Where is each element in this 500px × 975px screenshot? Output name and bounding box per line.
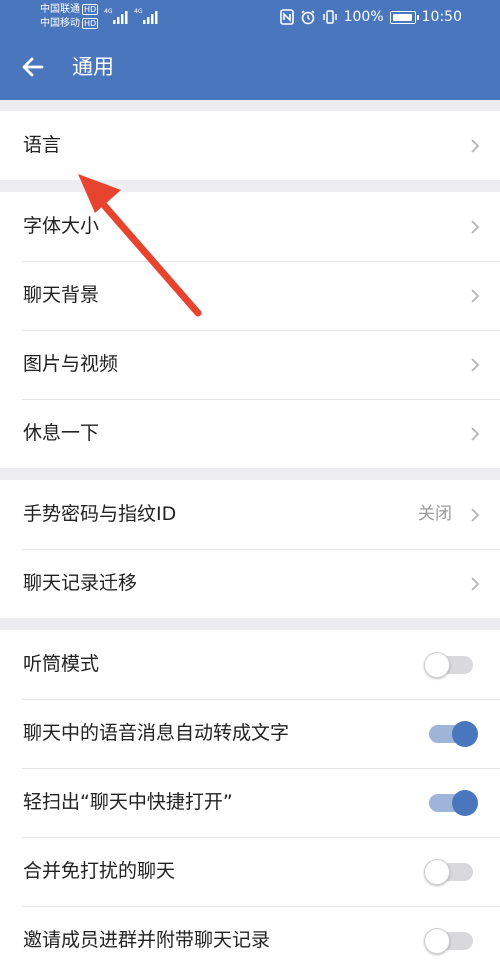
battery-percent: 100% xyxy=(343,9,384,25)
signal-icon: 4G xyxy=(104,8,128,24)
chevron-right-icon xyxy=(471,427,480,441)
settings-item-chat-background[interactable]: 聊天背景 xyxy=(0,261,500,330)
clock: 10:50 xyxy=(421,9,462,25)
vibrate-icon xyxy=(322,10,337,24)
settings-group-toggles: 听筒模式 聊天中的语音消息自动转成文字 轻扫出“聊天中快捷打开” 合并免打扰的聊… xyxy=(0,630,500,975)
settings-group-display: 字体大小 聊天背景 图片与视频 休息一下 xyxy=(0,192,500,468)
settings-item-take-a-break[interactable]: 休息一下 xyxy=(0,399,500,468)
settings-item-swipe-quick-open: 轻扫出“聊天中快捷打开” xyxy=(0,768,500,837)
toggle-switch[interactable] xyxy=(424,652,476,678)
nfc-icon xyxy=(279,9,294,25)
status-right: 100% 10:50 xyxy=(279,8,462,26)
settings-item-font-size[interactable]: 字体大小 xyxy=(0,192,500,261)
settings-item-label: 轻扫出“聊天中快捷打开” xyxy=(23,791,233,813)
chevron-right-icon xyxy=(471,358,480,372)
settings-item-invite-with-history: 邀请成员进群并附带聊天记录 xyxy=(0,906,500,975)
hd-badge: HD xyxy=(82,17,99,29)
network-type-label: 4G xyxy=(134,8,143,15)
settings-item-label: 聊天背景 xyxy=(23,284,100,306)
toggle-switch[interactable] xyxy=(426,721,478,747)
settings-item-chat-migration[interactable]: 聊天记录迁移 xyxy=(0,549,500,618)
settings-item-value: 关闭 xyxy=(418,504,452,524)
carrier-2: 中国移动 xyxy=(40,18,80,29)
settings-item-label: 邀请成员进群并附带聊天记录 xyxy=(23,929,271,951)
settings-item-label: 合并免打扰的聊天 xyxy=(23,860,176,882)
network-type-label: 4G xyxy=(104,8,113,15)
status-bar: 中国联通 HD 中国移动 HD 4G 4G 100% 10:50 xyxy=(0,0,500,36)
settings-item-label: 休息一下 xyxy=(23,422,100,444)
toggle-switch[interactable] xyxy=(424,859,476,885)
chevron-right-icon xyxy=(471,220,480,234)
hd-badge: HD xyxy=(82,3,99,15)
settings-item-voice-to-text: 聊天中的语音消息自动转成文字 xyxy=(0,699,500,768)
settings-item-label: 手势密码与指纹ID xyxy=(23,503,177,525)
settings-item-label: 字体大小 xyxy=(23,215,100,237)
settings-item-label: 图片与视频 xyxy=(23,353,119,375)
chevron-right-icon xyxy=(471,289,480,303)
chevron-right-icon xyxy=(471,139,480,153)
battery-icon xyxy=(389,10,419,24)
settings-item-photos-videos[interactable]: 图片与视频 xyxy=(0,330,500,399)
carrier-1: 中国联通 xyxy=(40,4,80,15)
settings-item-label: 聊天记录迁移 xyxy=(23,572,138,594)
settings-item-label: 语言 xyxy=(23,134,62,156)
settings-item-merge-muted-chats: 合并免打扰的聊天 xyxy=(0,837,500,906)
signal-icon: 4G xyxy=(134,8,158,24)
toggle-switch[interactable] xyxy=(426,790,478,816)
chevron-right-icon xyxy=(471,508,480,522)
chevron-right-icon xyxy=(471,577,480,591)
settings-item-label: 聊天中的语音消息自动转成文字 xyxy=(23,722,290,744)
toggle-switch[interactable] xyxy=(424,928,476,954)
settings-item-label: 听筒模式 xyxy=(23,653,100,675)
settings-item-gesture-password[interactable]: 手势密码与指纹ID 关闭 xyxy=(0,480,500,549)
carrier-info: 中国联通 HD 中国移动 HD xyxy=(40,3,99,31)
alarm-icon xyxy=(301,10,315,25)
settings-group-language: 语言 xyxy=(0,111,500,180)
settings-item-language[interactable]: 语言 xyxy=(0,111,500,180)
arrow-left-icon[interactable] xyxy=(18,52,48,82)
settings-item-earpiece-mode: 听筒模式 xyxy=(0,630,500,699)
app-bar: 中国联通 HD 中国移动 HD 4G 4G 100% 10:50 通用 xyxy=(0,0,500,100)
page-title: 通用 xyxy=(72,55,114,79)
settings-group-security: 手势密码与指纹ID 关闭 聊天记录迁移 xyxy=(0,480,500,618)
